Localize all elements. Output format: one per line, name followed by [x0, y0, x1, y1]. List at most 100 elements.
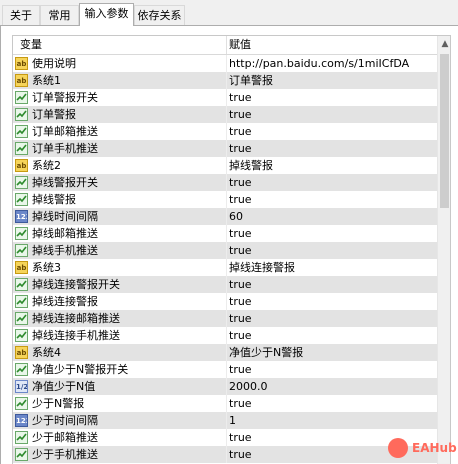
cell-separator [226, 446, 227, 463]
parameter-row[interactable]: 掉线警报 true [13, 191, 437, 208]
parameter-value[interactable]: true [229, 327, 252, 344]
parameter-row[interactable]: 订单邮箱推送 true [13, 123, 437, 140]
parameter-value[interactable]: true [229, 293, 252, 310]
parameter-name: 掉线连接警报 [32, 295, 98, 308]
cell-separator [226, 293, 227, 310]
parameter-name: 少于手机推送 [32, 448, 98, 461]
parameter-value[interactable]: 净值少于N警报 [229, 344, 303, 361]
string-type-icon: ab [15, 159, 28, 172]
bool-type-icon [15, 142, 28, 155]
parameter-value[interactable]: 掉线连接警报 [229, 259, 295, 276]
parameter-row[interactable]: 少于手机推送 true [13, 446, 437, 463]
parameter-row[interactable]: 净值少于N警报开关 true [13, 361, 437, 378]
parameter-name: 订单警报 [32, 108, 76, 121]
parameter-name: 使用说明 [32, 57, 76, 70]
string-type-icon: ab [15, 346, 28, 359]
parameter-value[interactable]: 60 [229, 208, 243, 225]
parameter-name: 掉线手机推送 [32, 244, 98, 257]
parameter-value[interactable]: true [229, 395, 252, 412]
parameter-name: 掉线连接邮箱推送 [32, 312, 120, 325]
parameter-value[interactable]: 2000.0 [229, 378, 268, 395]
parameter-row[interactable]: 掉线连接邮箱推送 true [13, 310, 437, 327]
parameter-row[interactable]: 1/2 净值少于N值 2000.0 [13, 378, 437, 395]
parameter-name: 掉线警报开关 [32, 176, 98, 189]
vertical-scrollbar[interactable]: ▲ [437, 36, 450, 464]
parameter-row[interactable]: 少于N警报 true [13, 395, 437, 412]
scroll-thumb[interactable] [440, 54, 449, 208]
cell-separator [226, 412, 227, 429]
parameter-value[interactable]: true [229, 106, 252, 123]
parameter-name: 掉线连接手机推送 [32, 329, 120, 342]
cell-separator [226, 174, 227, 191]
cell-separator [226, 140, 227, 157]
parameter-value[interactable]: true [229, 123, 252, 140]
bool-type-icon [15, 329, 28, 342]
bool-type-icon [15, 363, 28, 376]
parameter-name: 系统4 [32, 346, 61, 359]
cell-separator [226, 106, 227, 123]
parameter-value[interactable]: true [229, 446, 252, 463]
cell-separator [226, 429, 227, 446]
parameter-name: 净值少于N值 [32, 380, 96, 393]
column-separator[interactable] [226, 36, 227, 54]
parameter-value[interactable]: http://pan.baidu.com/s/1miICfDA [229, 55, 409, 72]
parameter-row[interactable]: 掉线手机推送 true [13, 242, 437, 259]
parameter-row[interactable]: ab 系统1 订单警报 [13, 72, 437, 89]
parameter-value[interactable]: true [229, 276, 252, 293]
parameter-row[interactable]: 掉线连接警报 true [13, 293, 437, 310]
bool-type-icon [15, 431, 28, 444]
cell-separator [226, 361, 227, 378]
tab-inputs[interactable]: 输入参数 [79, 3, 134, 26]
cell-separator [226, 344, 227, 361]
column-header-variable[interactable]: 变量 [20, 36, 42, 54]
parameter-row[interactable]: 订单手机推送 true [13, 140, 437, 157]
column-header-value[interactable]: 赋值 [229, 36, 251, 54]
bool-type-icon [15, 125, 28, 138]
parameter-value[interactable]: true [229, 225, 252, 242]
parameter-row[interactable]: 掉线连接警报开关 true [13, 276, 437, 293]
parameter-value[interactable]: true [229, 429, 252, 446]
parameter-row[interactable]: 123 少于时间间隔 1 [13, 412, 437, 429]
parameter-row[interactable]: 掉线连接手机推送 true [13, 327, 437, 344]
bool-type-icon [15, 278, 28, 291]
parameter-value[interactable]: true [229, 242, 252, 259]
parameter-value[interactable]: true [229, 361, 252, 378]
cell-separator [226, 191, 227, 208]
parameter-name: 净值少于N警报开关 [32, 363, 129, 376]
parameter-row[interactable]: 123 掉线时间间隔 60 [13, 208, 437, 225]
cell-separator [226, 259, 227, 276]
parameter-row[interactable]: ab 系统3 掉线连接警报 [13, 259, 437, 276]
tab-about[interactable]: 关于 [2, 5, 40, 25]
parameter-row[interactable]: 少于邮箱推送 true [13, 429, 437, 446]
parameter-row[interactable]: 订单警报 true [13, 106, 437, 123]
cell-separator [226, 242, 227, 259]
parameter-value[interactable]: 1 [229, 412, 236, 429]
grid-header: 变量 赋值 [13, 36, 437, 55]
watermark: EAHub [388, 438, 457, 460]
parameter-value[interactable]: 掉线警报 [229, 157, 273, 174]
parameter-name: 系统1 [32, 74, 61, 87]
cell-separator [226, 89, 227, 106]
parameter-row[interactable]: ab 系统4 净值少于N警报 [13, 344, 437, 361]
bool-type-icon [15, 176, 28, 189]
parameter-row[interactable]: 订单警报开关 true [13, 89, 437, 106]
parameter-value[interactable]: true [229, 89, 252, 106]
parameter-value[interactable]: true [229, 174, 252, 191]
parameter-name: 系统2 [32, 159, 61, 172]
parameter-value[interactable]: true [229, 310, 252, 327]
parameter-row[interactable]: ab 使用说明 http://pan.baidu.com/s/1miICfDA [13, 55, 437, 72]
bool-type-icon [15, 244, 28, 257]
parameter-name: 掉线邮箱推送 [32, 227, 98, 240]
parameter-value[interactable]: 订单警报 [229, 72, 273, 89]
parameter-row[interactable]: 掉线警报开关 true [13, 174, 437, 191]
tab-common[interactable]: 常用 [40, 5, 79, 25]
cell-separator [226, 123, 227, 140]
parameter-value[interactable]: true [229, 140, 252, 157]
parameter-row[interactable]: 掉线邮箱推送 true [13, 225, 437, 242]
parameter-name: 订单邮箱推送 [32, 125, 98, 138]
parameter-value[interactable]: true [229, 191, 252, 208]
parameter-row[interactable]: ab 系统2 掉线警报 [13, 157, 437, 174]
tab-dependencies[interactable]: 依存关系 [134, 5, 185, 25]
scroll-up-icon[interactable]: ▲ [438, 36, 450, 52]
bool-type-icon [15, 227, 28, 240]
